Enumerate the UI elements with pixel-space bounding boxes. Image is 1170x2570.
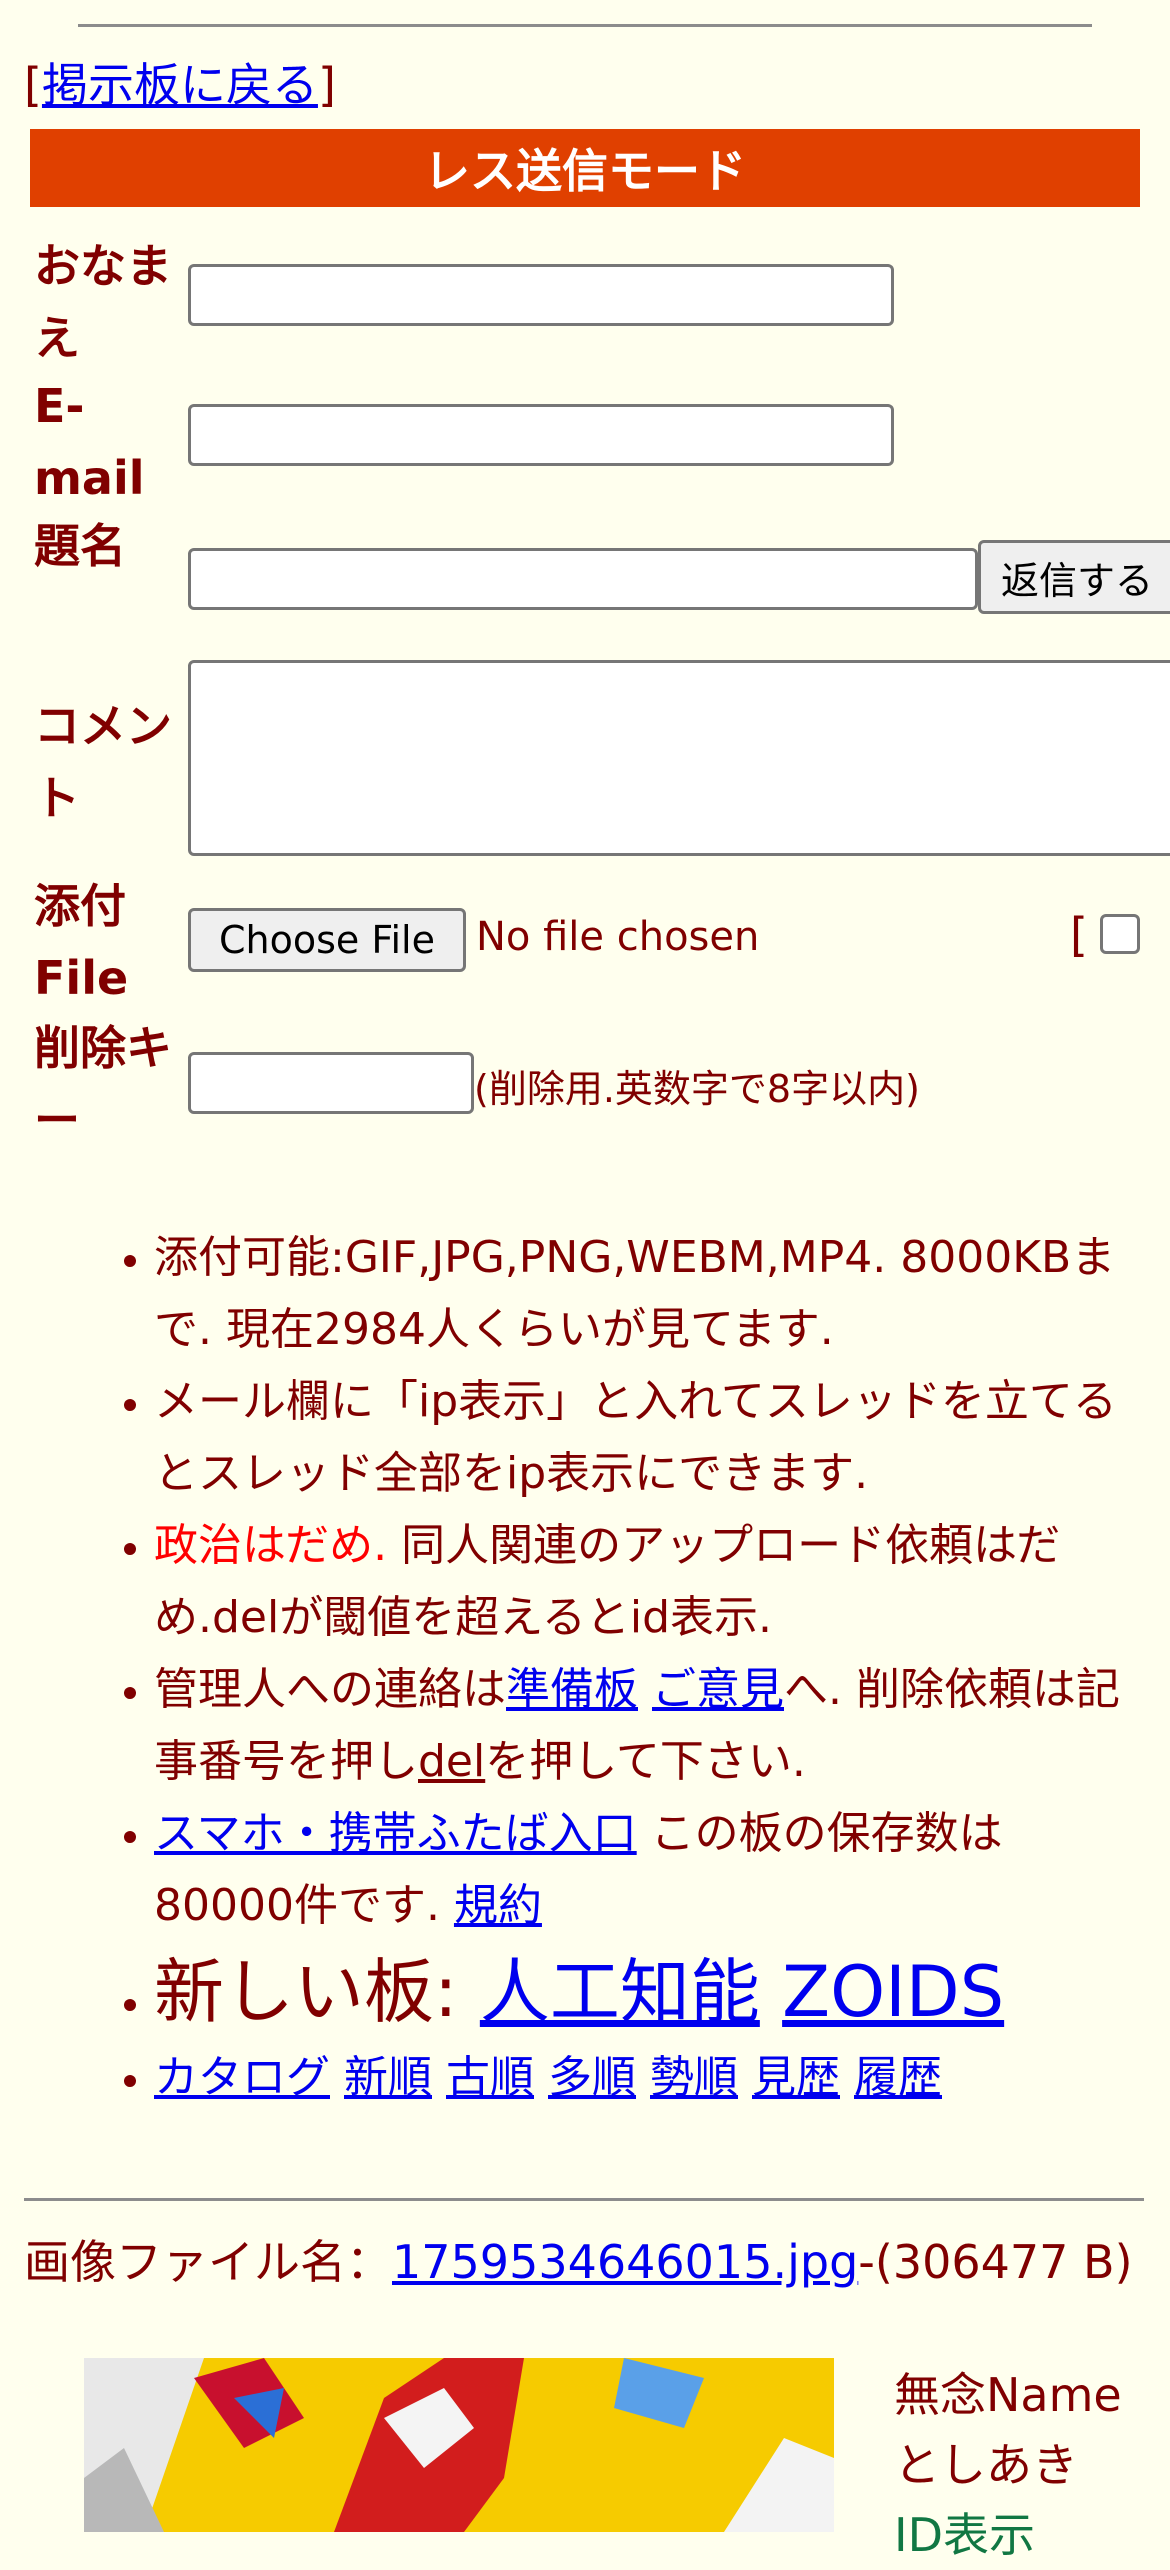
- thread-divider: [24, 2198, 1144, 2201]
- board-notes-list: 添付可能:GIF,JPG,PNG,WEBM,MP4. 8000KBまで. 現在2…: [60, 1222, 1140, 2114]
- image-file-link[interactable]: 1759534646015.jpg: [392, 2235, 858, 2289]
- note-politics-warning: 政治はだめ.: [154, 1520, 388, 1571]
- new-boards-label: 新しい板:: [154, 1951, 480, 2033]
- sort-most-link[interactable]: 多順: [548, 2052, 636, 2103]
- image-filename-line: 画像ファイル名：1759534646015.jpg-(306477 B): [24, 2233, 1144, 2291]
- image-option-checkbox[interactable]: [1100, 914, 1140, 954]
- feedback-link[interactable]: ご意見: [652, 1664, 784, 1715]
- prep-board-link[interactable]: 準備板: [506, 1664, 638, 1715]
- email-input[interactable]: [188, 404, 894, 466]
- zoids-board-link[interactable]: ZOIDS: [782, 1951, 1004, 2033]
- post-name: 無念Name: [894, 2368, 1122, 2422]
- delete-key-label: 削除キー: [34, 1021, 172, 1147]
- note-catalog-links: カタログ 新順 古順 多順 勢順 見歴 履歴: [154, 2042, 1140, 2114]
- del-word: del: [418, 1736, 486, 1787]
- post-image-thumbnail[interactable]: [84, 2358, 834, 2532]
- note-ip-display: メール欄に「ip表示」と入れてスレッドを立てるとスレッド全部をip表示にできます…: [154, 1366, 1140, 1510]
- sort-new-link[interactable]: 新順: [344, 2052, 432, 2103]
- subject-label: 題名: [34, 519, 126, 573]
- note-contact-text: 管理人への連絡は: [154, 1664, 506, 1715]
- image-option-bracket: [: [1070, 908, 1088, 962]
- bracket-open: [: [24, 58, 42, 112]
- file-label: 添付File: [34, 879, 129, 1005]
- back-to-board-link[interactable]: 掲示板に戻る: [42, 58, 318, 112]
- history-link[interactable]: 履歴: [854, 2052, 942, 2103]
- post-id-display: ID表示: [894, 2508, 1035, 2562]
- thumbnail-art: [84, 2358, 834, 2532]
- no-file-chosen-text: No file chosen: [476, 914, 760, 960]
- name-label: おなまえ: [34, 239, 172, 365]
- subject-input[interactable]: [188, 548, 978, 610]
- post-author-info: 無念Name としあき ID表示: [894, 2360, 1122, 2570]
- note-delete-text-end: を押して下さい.: [485, 1736, 806, 1787]
- note-rules: 政治はだめ. 同人関連のアップロード依頼はだめ.delが閾値を超えるとid表示.: [154, 1510, 1140, 1654]
- top-divider: [78, 24, 1092, 27]
- reply-mode-banner: レス送信モード: [30, 129, 1140, 207]
- filename-prefix: 画像ファイル名：: [24, 2235, 392, 2289]
- note-ip-display-text: メール欄に「ip表示」と入れてスレッドを立てるとスレッド全部をip表示にできます…: [154, 1376, 1117, 1499]
- comment-textarea[interactable]: [188, 660, 1170, 856]
- note-mobile: スマホ・携帯ふたば入口 この板の保存数は80000件です. 規約: [154, 1798, 1140, 1942]
- post-author: としあき: [894, 2438, 1078, 2492]
- terms-link[interactable]: 規約: [454, 1880, 542, 1931]
- name-input[interactable]: [188, 264, 894, 326]
- sort-old-link[interactable]: 古順: [446, 2052, 534, 2103]
- banner-title: レス送信モード: [424, 144, 746, 198]
- catalog-link[interactable]: カタログ: [154, 2052, 330, 2103]
- image-file-size: -(306477 B): [858, 2235, 1133, 2289]
- reply-submit-button[interactable]: 返信する: [978, 540, 1170, 614]
- back-nav: [掲示板に戻る]: [24, 56, 336, 116]
- delete-key-note: (削除用.英数字で8字以内): [474, 1067, 920, 1111]
- ai-board-link[interactable]: 人工知能: [480, 1951, 760, 2033]
- mobile-entry-link[interactable]: スマホ・携帯ふたば入口: [154, 1808, 637, 1859]
- delete-key-input[interactable]: [188, 1052, 474, 1114]
- choose-file-button[interactable]: Choose File: [188, 908, 466, 972]
- note-attachments-text: 添付可能:GIF,JPG,PNG,WEBM,MP4. 8000KBまで. 現在2…: [154, 1232, 1116, 1355]
- comment-label: コメント: [34, 699, 172, 825]
- note-contact: 管理人への連絡は準備板 ご意見へ. 削除依頼は記事番号を押しdelを押して下さい…: [154, 1654, 1140, 1798]
- email-label: E-mail: [34, 379, 145, 505]
- note-new-boards: 新しい板: 人工知能 ZOIDS: [154, 1942, 1140, 2042]
- note-attachments: 添付可能:GIF,JPG,PNG,WEBM,MP4. 8000KBまで. 現在2…: [154, 1222, 1140, 1366]
- sort-momentum-link[interactable]: 勢順: [650, 2052, 738, 2103]
- view-history-link[interactable]: 見歴: [752, 2052, 840, 2103]
- bracket-close: ]: [317, 58, 336, 112]
